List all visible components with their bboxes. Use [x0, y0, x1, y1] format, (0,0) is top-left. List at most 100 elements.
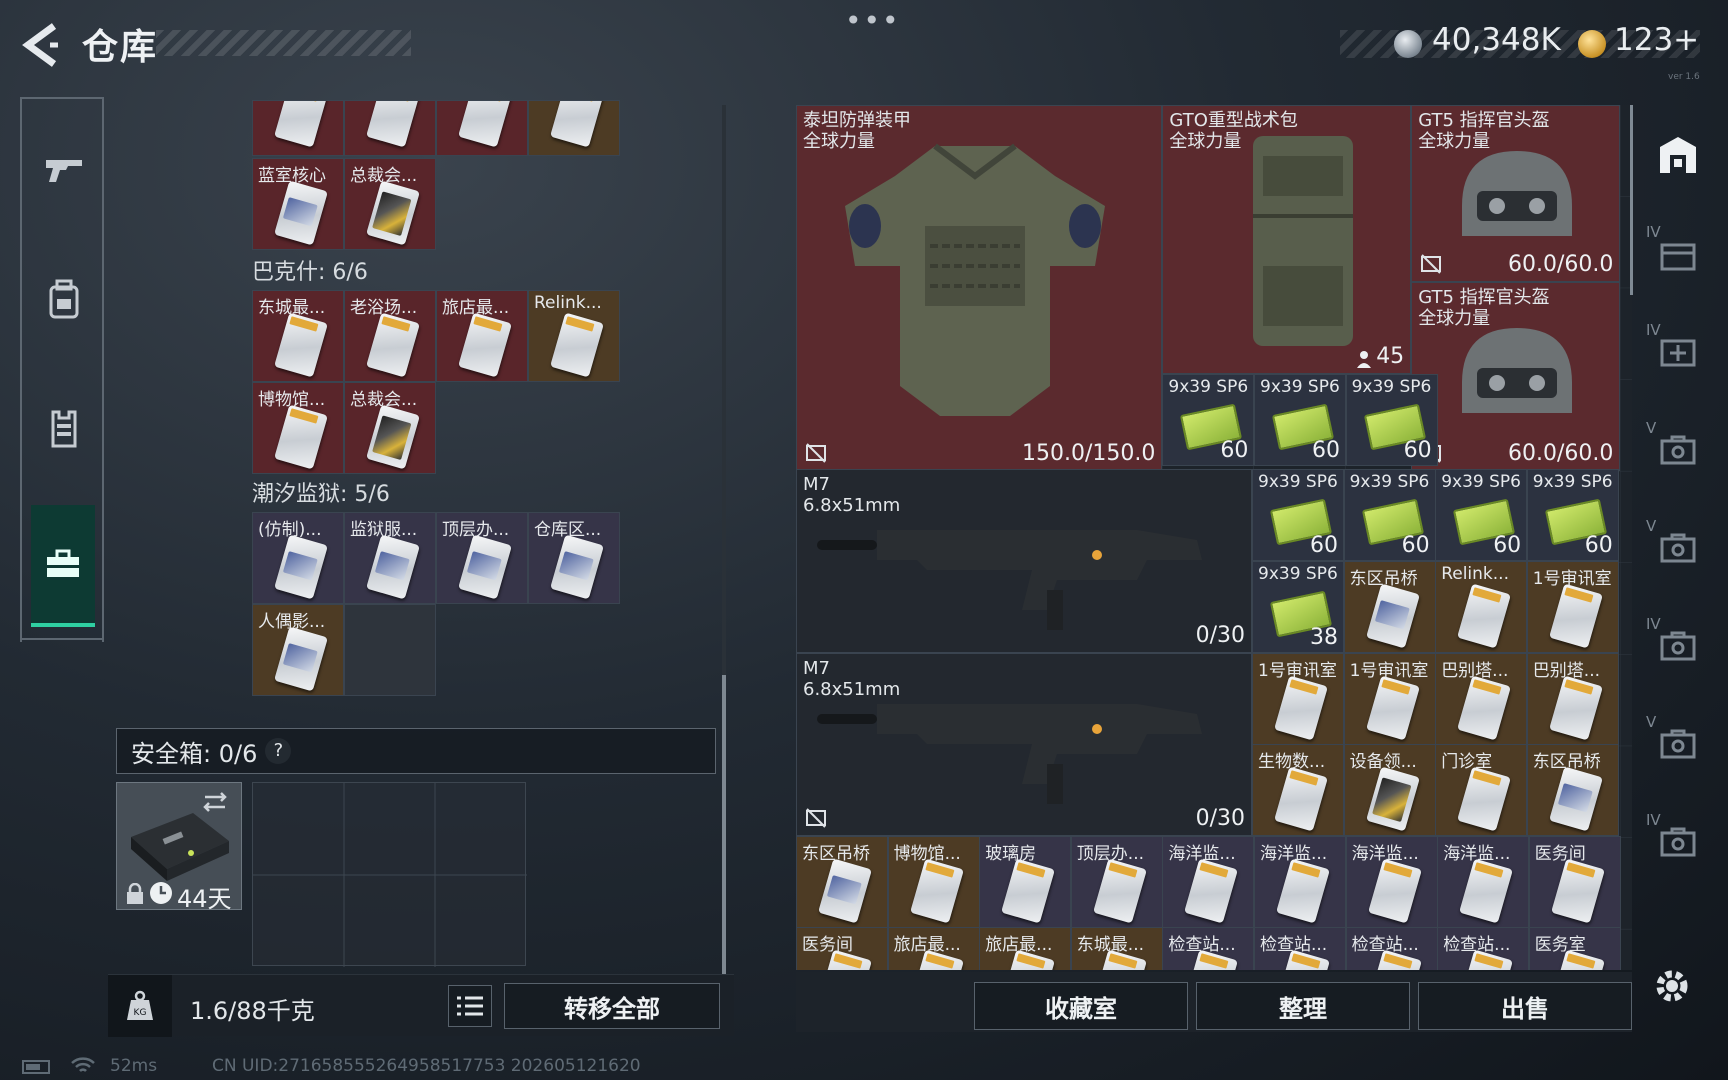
right-nav-item-3[interactable]: V	[1646, 419, 1706, 479]
item-cell[interactable]: 巴别塔...	[1435, 652, 1528, 745]
item-cell[interactable]: 监狱服...	[344, 512, 436, 604]
transfer-all-button[interactable]: 转移全部	[504, 983, 720, 1029]
item-cell[interactable]: 旅店最...	[436, 290, 528, 382]
more-menu-button[interactable]: •••	[845, 4, 901, 37]
item-cell[interactable]: 玻璃房	[979, 835, 1072, 928]
settings-button[interactable]	[1650, 964, 1694, 1008]
item-cell[interactable]: 总裁会...	[344, 158, 436, 250]
nav-weapons[interactable]	[44, 149, 84, 189]
item-cell[interactable]: 检查站...	[1254, 927, 1346, 970]
helmet-2-durability: 60.0/60.0	[1507, 441, 1614, 467]
list-view-button[interactable]	[448, 985, 492, 1027]
item-cell[interactable]: 东区吊桥	[1343, 561, 1436, 653]
item-cell[interactable]: 检查站...	[1162, 927, 1255, 970]
item-cell[interactable]: 顶层办...	[436, 512, 528, 604]
backpack-item[interactable]: GTO重型战术包 全球力量 45	[1162, 105, 1412, 374]
right-nav-item-7[interactable]: IV	[1646, 811, 1706, 871]
nav-backpack[interactable]	[44, 279, 84, 319]
gun-item-1[interactable]: M7 6.8x51mm 0/30	[796, 469, 1252, 653]
nav-toolbox-selected[interactable]	[31, 505, 95, 627]
item-cell[interactable]: 博物馆...	[252, 382, 344, 474]
nav-vest[interactable]	[44, 409, 84, 449]
ammo-cell[interactable]: 9x39 SP6 60	[1343, 469, 1436, 562]
item-cell[interactable]: 检查站...	[1345, 927, 1438, 970]
keycard-icon	[550, 312, 604, 378]
item-cell[interactable]: 博物馆...	[887, 835, 980, 928]
left-scroll-thumb[interactable]	[722, 675, 726, 975]
item-cell[interactable]: 东区吊桥	[1526, 744, 1619, 837]
silver-coin-icon	[1394, 30, 1422, 58]
item-cell[interactable]: 海洋监...	[1437, 835, 1530, 928]
ammo-cell[interactable]: 9x39 SP6 60	[1254, 373, 1346, 466]
helmet-item-2[interactable]: GT5 指挥官头盔 全球力量 60.0/60.0	[1411, 282, 1621, 472]
currency-gold[interactable]: 123+	[1614, 22, 1699, 58]
gun-item-2[interactable]: M7 6.8x51mm 0/30	[796, 652, 1252, 836]
item-cell[interactable]: Relink...	[1435, 561, 1528, 653]
ammo-qty: 60	[1312, 437, 1340, 463]
item-cell[interactable]: 医务室	[1528, 927, 1621, 970]
safe-box-help-button[interactable]: ?	[265, 738, 292, 764]
item-cell[interactable]: 老浴场...	[344, 290, 436, 382]
item-cell[interactable]: 仓库区...	[528, 512, 620, 604]
right-nav-item-2[interactable]: IV	[1646, 321, 1706, 381]
safe-box-grid[interactable]	[252, 782, 527, 967]
gun-item-2-label: M7 6.8x51mm	[803, 657, 901, 700]
item-cell[interactable]: 人偶影...	[252, 604, 344, 696]
item-cell[interactable]: 巴别塔...	[1526, 652, 1619, 745]
item-cell[interactable]: 旅店最...	[979, 927, 1072, 970]
safe-box-case[interactable]: 44天	[116, 782, 242, 913]
item-cell[interactable]: 生物数...	[1252, 744, 1344, 837]
right-nav-item-1[interactable]: IV	[1646, 223, 1706, 283]
back-button[interactable]	[20, 22, 60, 68]
sort-button[interactable]: 整理	[1196, 982, 1410, 1030]
ammo-cell[interactable]: 9x39 SP6 38	[1252, 561, 1344, 653]
item-cell[interactable]: Relink...	[528, 290, 620, 382]
person-icon	[1357, 350, 1372, 368]
item-cell[interactable]	[344, 100, 436, 156]
item-cell[interactable]: (仿制)...	[252, 512, 344, 604]
item-cell[interactable]: 东城最...	[1070, 927, 1163, 970]
right-nav-item-5[interactable]: IV	[1646, 615, 1706, 675]
stash-scrollbar[interactable]	[1630, 105, 1633, 295]
item-cell[interactable]	[252, 100, 344, 156]
ammo-cell[interactable]: 9x39 SP6 60	[1162, 373, 1255, 466]
empty-slot[interactable]	[344, 604, 436, 696]
item-label: 医务室	[1534, 935, 1586, 956]
keycard-icon	[1548, 583, 1603, 649]
item-cell[interactable]: 海洋监...	[1345, 835, 1438, 928]
item-cell[interactable]: 检查站...	[1437, 927, 1530, 970]
item-cell[interactable]: 设备领...	[1343, 744, 1436, 837]
collection-room-button[interactable]: 收藏室	[974, 982, 1188, 1030]
item-cell[interactable]	[528, 100, 620, 156]
right-nav-item-0[interactable]	[1646, 125, 1706, 185]
item-cell[interactable]: 旅店最...	[887, 927, 980, 970]
left-scrollbar[interactable]	[722, 105, 726, 975]
ammo-label: 9x39 SP6	[1351, 376, 1432, 397]
item-label: 检查站...	[1260, 935, 1328, 956]
helmet-item-1[interactable]: GT5 指挥官头盔 全球力量 60.0/60.0	[1411, 105, 1621, 283]
item-cell[interactable]: 蓝室核心	[252, 158, 344, 250]
right-nav-item-6[interactable]: V	[1646, 713, 1706, 773]
item-cell[interactable]: 门诊室	[1435, 744, 1528, 837]
ammo-cell[interactable]: 9x39 SP6 60	[1345, 373, 1438, 466]
item-cell[interactable]: 顶层办...	[1070, 835, 1163, 928]
ammo-cell[interactable]: 9x39 SP6 60	[1252, 469, 1344, 562]
keycard-icon	[1092, 858, 1147, 924]
item-cell[interactable]: 东区吊桥	[796, 835, 888, 928]
item-cell[interactable]: 1号审讯室	[1526, 561, 1619, 653]
item-cell[interactable]: 东城最...	[252, 290, 344, 382]
item-cell[interactable]: 海洋监...	[1162, 835, 1255, 928]
item-cell[interactable]	[436, 100, 528, 156]
item-cell[interactable]: 总裁会...	[344, 382, 436, 474]
ammo-cell[interactable]: 9x39 SP6 60	[1526, 469, 1619, 562]
sell-button[interactable]: 出售	[1418, 982, 1632, 1030]
ammo-cell[interactable]: 9x39 SP6 60	[1435, 469, 1528, 562]
item-cell[interactable]: 1号审讯室	[1343, 652, 1436, 745]
item-label: 检查站...	[1443, 935, 1511, 956]
item-cell[interactable]: 医务间	[796, 927, 888, 970]
armor-item[interactable]: 泰坦防弹装甲 全球力量 150.0/150.0	[796, 105, 1163, 472]
item-cell[interactable]: 1号审讯室	[1252, 652, 1344, 745]
item-cell[interactable]: 海洋监...	[1254, 835, 1346, 928]
right-nav-item-4[interactable]: V	[1646, 517, 1706, 577]
item-cell[interactable]: 医务间	[1528, 835, 1621, 928]
